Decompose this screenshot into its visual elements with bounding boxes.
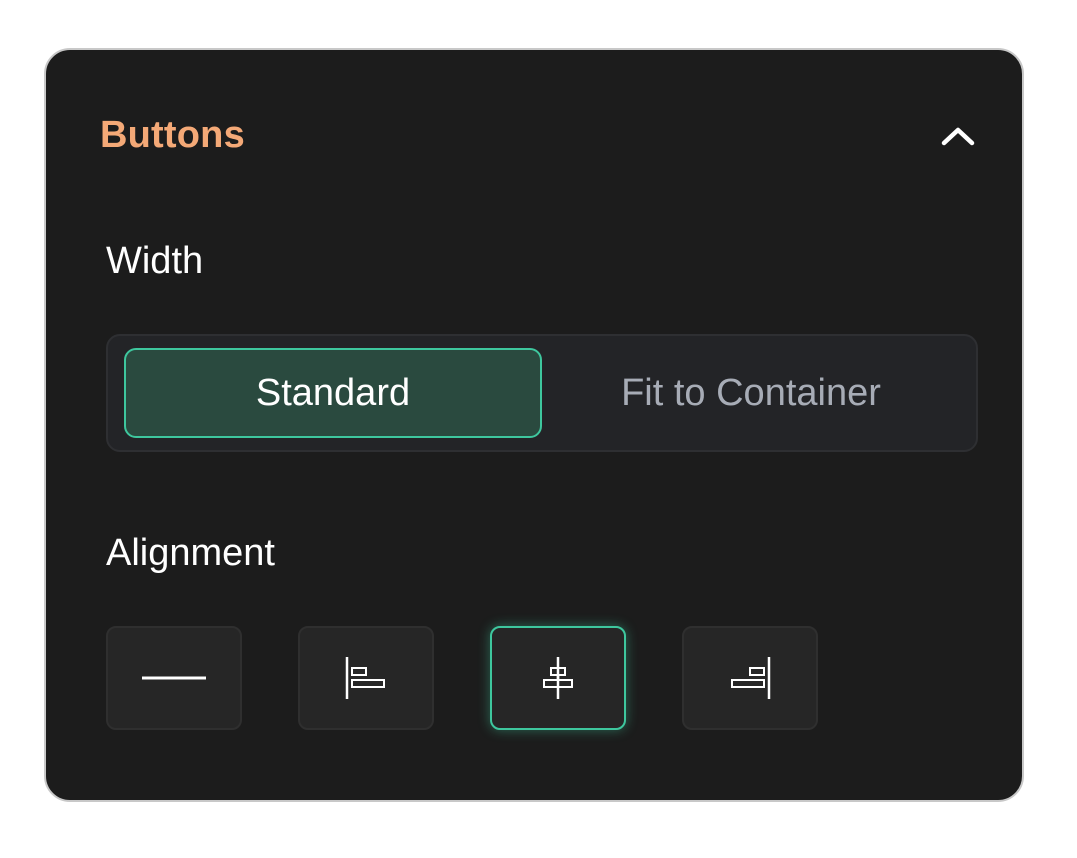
width-option-standard[interactable]: Standard (124, 348, 542, 438)
align-right-icon (731, 657, 771, 699)
alignment-left-button[interactable] (298, 626, 434, 730)
chevron-up-icon (941, 127, 975, 146)
stretch-icon (142, 676, 206, 680)
width-label: Width (106, 240, 204, 282)
width-option-fit-to-container[interactable]: Fit to Container (542, 348, 960, 438)
align-left-icon (345, 657, 385, 699)
alignment-stretch-button[interactable] (106, 626, 242, 730)
collapse-button[interactable] (938, 116, 978, 156)
width-segmented-control: Standard Fit to Container (106, 334, 978, 452)
alignment-options (106, 626, 818, 730)
panel-title: Buttons (100, 114, 245, 156)
alignment-center-button[interactable] (490, 626, 626, 730)
alignment-right-button[interactable] (682, 626, 818, 730)
align-center-icon (543, 657, 573, 699)
alignment-label: Alignment (106, 532, 275, 574)
buttons-settings-panel: Buttons Width Standard Fit to Container … (44, 48, 1024, 802)
